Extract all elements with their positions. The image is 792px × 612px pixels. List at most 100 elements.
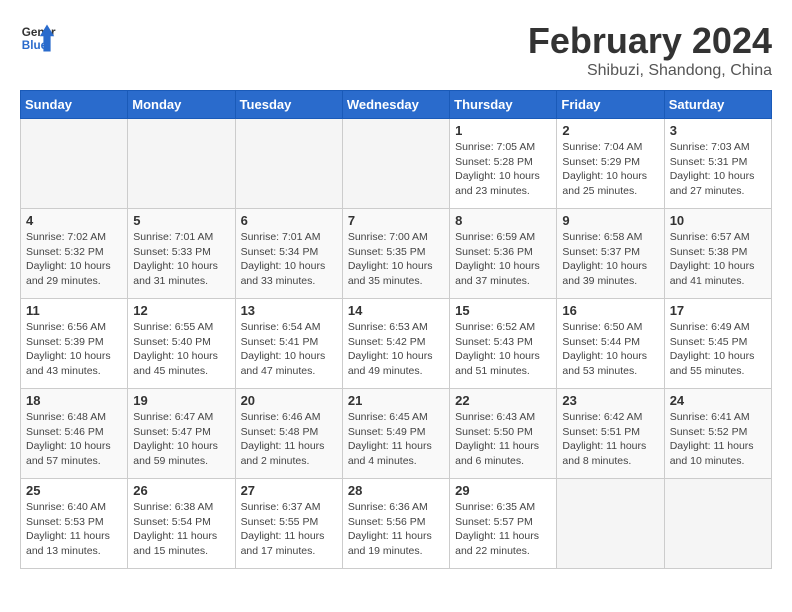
day-number: 20	[241, 393, 337, 408]
table-row	[128, 119, 235, 209]
table-row: 1Sunrise: 7:05 AMSunset: 5:28 PMDaylight…	[450, 119, 557, 209]
day-number: 2	[562, 123, 658, 138]
table-row: 12Sunrise: 6:55 AMSunset: 5:40 PMDayligh…	[128, 299, 235, 389]
day-info: Sunrise: 6:40 AMSunset: 5:53 PMDaylight:…	[26, 500, 122, 559]
day-number: 27	[241, 483, 337, 498]
table-row: 13 Sunrise: 6:54 AMSunset: 5:41 PMDayligh…	[235, 299, 342, 389]
day-number: 6	[241, 213, 337, 228]
day-info: Sunrise: 6:47 AMSunset: 5:47 PMDaylight:…	[133, 410, 229, 469]
table-row: 20Sunrise: 6:46 AMSunset: 5:48 PMDayligh…	[235, 389, 342, 479]
table-row: 21 Sunrise: 6:45 AMSunset: 5:49 PMDayligh…	[342, 389, 449, 479]
day-info: Sunrise: 6:54 AMSunset: 5:41 PMDaylight:…	[241, 320, 337, 379]
day-info: Sunrise: 6:58 AMSunset: 5:37 PMDaylight:…	[562, 230, 658, 289]
day-number: 7	[348, 213, 444, 228]
table-row: 11 Sunrise: 6:56 AMSunset: 5:39 PMDayligh…	[21, 299, 128, 389]
day-info: Sunrise: 7:04 AMSunset: 5:29 PMDaylight:…	[562, 140, 658, 199]
table-row: 17Sunrise: 6:49 AMSunset: 5:45 PMDayligh…	[664, 299, 771, 389]
day-info: Sunrise: 6:41 AMSunset: 5:52 PMDaylight:…	[670, 410, 766, 469]
day-info: Sunrise: 6:55 AMSunset: 5:40 PMDaylight:…	[133, 320, 229, 379]
day-number: 9	[562, 213, 658, 228]
day-number: 8	[455, 213, 551, 228]
day-number: 4	[26, 213, 122, 228]
table-row	[557, 479, 664, 569]
day-info: Sunrise: 6:52 AMSunset: 5:43 PMDaylight:…	[455, 320, 551, 379]
title-area: February 2024 Shibuzi, Shandong, China	[528, 20, 772, 80]
table-row: 7 Sunrise: 7:00 AMSunset: 5:35 PMDaylight…	[342, 209, 449, 299]
day-number: 29	[455, 483, 551, 498]
day-number: 18	[26, 393, 122, 408]
day-info: Sunrise: 7:01 AMSunset: 5:33 PMDaylight:…	[133, 230, 229, 289]
table-row: 3 Sunrise: 7:03 AMSunset: 5:31 PMDaylight…	[664, 119, 771, 209]
table-row: 23 Sunrise: 6:42 AMSunset: 5:51 PMDayligh…	[557, 389, 664, 479]
day-info: Sunrise: 6:45 AMSunset: 5:49 PMDaylight:…	[348, 410, 444, 469]
weekday-header-row: Sunday Monday Tuesday Wednesday Thursday…	[21, 91, 772, 119]
table-row: 5 Sunrise: 7:01 AMSunset: 5:33 PMDaylight…	[128, 209, 235, 299]
table-row	[664, 479, 771, 569]
day-info: Sunrise: 6:38 AMSunset: 5:54 PMDaylight:…	[133, 500, 229, 559]
day-info: Sunrise: 6:36 AMSunset: 5:56 PMDaylight:…	[348, 500, 444, 559]
day-number: 14	[348, 303, 444, 318]
header-saturday: Saturday	[664, 91, 771, 119]
day-number: 21	[348, 393, 444, 408]
day-info: Sunrise: 6:59 AMSunset: 5:36 PMDaylight:…	[455, 230, 551, 289]
logo-icon: General Blue	[20, 20, 56, 56]
day-number: 23	[562, 393, 658, 408]
header-tuesday: Tuesday	[235, 91, 342, 119]
table-row: 26 Sunrise: 6:38 AMSunset: 5:54 PMDayligh…	[128, 479, 235, 569]
day-number: 3	[670, 123, 766, 138]
header-thursday: Thursday	[450, 91, 557, 119]
week-row-5: 25 Sunrise: 6:40 AMSunset: 5:53 PMDayligh…	[21, 479, 772, 569]
header-monday: Monday	[128, 91, 235, 119]
table-row: 29Sunrise: 6:35 AMSunset: 5:57 PMDayligh…	[450, 479, 557, 569]
table-row: 2 Sunrise: 7:04 AMSunset: 5:29 PMDaylight…	[557, 119, 664, 209]
day-info: Sunrise: 6:37 AMSunset: 5:55 PMDaylight:…	[241, 500, 337, 559]
table-row: 15 Sunrise: 6:52 AMSunset: 5:43 PMDayligh…	[450, 299, 557, 389]
day-info: Sunrise: 6:57 AMSunset: 5:38 PMDaylight:…	[670, 230, 766, 289]
day-number: 16	[562, 303, 658, 318]
day-number: 28	[348, 483, 444, 498]
day-info: Sunrise: 6:48 AMSunset: 5:46 PMDaylight:…	[26, 410, 122, 469]
day-info: Sunrise: 7:03 AMSunset: 5:31 PMDaylight:…	[670, 140, 766, 199]
table-row: 9 Sunrise: 6:58 AMSunset: 5:37 PMDaylight…	[557, 209, 664, 299]
day-info: Sunrise: 6:53 AMSunset: 5:42 PMDaylight:…	[348, 320, 444, 379]
day-info: Sunrise: 6:43 AMSunset: 5:50 PMDaylight:…	[455, 410, 551, 469]
day-number: 15	[455, 303, 551, 318]
day-number: 5	[133, 213, 229, 228]
header: General Blue February 2024 Shibuzi, Shan…	[20, 20, 772, 80]
day-number: 24	[670, 393, 766, 408]
table-row: 18 Sunrise: 6:48 AMSunset: 5:46 PMDayligh…	[21, 389, 128, 479]
header-wednesday: Wednesday	[342, 91, 449, 119]
day-number: 25	[26, 483, 122, 498]
day-info: Sunrise: 7:05 AMSunset: 5:28 PMDaylight:…	[455, 140, 551, 199]
table-row: 16 Sunrise: 6:50 AMSunset: 5:44 PMDayligh…	[557, 299, 664, 389]
day-number: 19	[133, 393, 229, 408]
day-number: 11	[26, 303, 122, 318]
week-row-1: 1Sunrise: 7:05 AMSunset: 5:28 PMDaylight…	[21, 119, 772, 209]
table-row: 6Sunrise: 7:01 AMSunset: 5:34 PMDaylight…	[235, 209, 342, 299]
month-title: February 2024	[528, 20, 772, 62]
table-row: 25 Sunrise: 6:40 AMSunset: 5:53 PMDayligh…	[21, 479, 128, 569]
logo: General Blue	[20, 20, 56, 56]
day-number: 13	[241, 303, 337, 318]
day-number: 22	[455, 393, 551, 408]
week-row-4: 18 Sunrise: 6:48 AMSunset: 5:46 PMDayligh…	[21, 389, 772, 479]
day-info: Sunrise: 7:02 AMSunset: 5:32 PMDaylight:…	[26, 230, 122, 289]
day-info: Sunrise: 7:00 AMSunset: 5:35 PMDaylight:…	[348, 230, 444, 289]
day-number: 26	[133, 483, 229, 498]
table-row: 10 Sunrise: 6:57 AMSunset: 5:38 PMDayligh…	[664, 209, 771, 299]
table-row	[21, 119, 128, 209]
day-info: Sunrise: 6:50 AMSunset: 5:44 PMDaylight:…	[562, 320, 658, 379]
table-row: 8 Sunrise: 6:59 AMSunset: 5:36 PMDaylight…	[450, 209, 557, 299]
table-row: 28 Sunrise: 6:36 AMSunset: 5:56 PMDayligh…	[342, 479, 449, 569]
day-number: 10	[670, 213, 766, 228]
table-row: 27 Sunrise: 6:37 AMSunset: 5:55 PMDayligh…	[235, 479, 342, 569]
table-row	[235, 119, 342, 209]
calendar-table: Sunday Monday Tuesday Wednesday Thursday…	[20, 90, 772, 569]
location-subtitle: Shibuzi, Shandong, China	[528, 62, 772, 80]
table-row: 14 Sunrise: 6:53 AMSunset: 5:42 PMDayligh…	[342, 299, 449, 389]
day-info: Sunrise: 6:56 AMSunset: 5:39 PMDaylight:…	[26, 320, 122, 379]
table-row: 22 Sunrise: 6:43 AMSunset: 5:50 PMDayligh…	[450, 389, 557, 479]
day-info: Sunrise: 6:42 AMSunset: 5:51 PMDaylight:…	[562, 410, 658, 469]
header-sunday: Sunday	[21, 91, 128, 119]
table-row: 19 Sunrise: 6:47 AMSunset: 5:47 PMDayligh…	[128, 389, 235, 479]
